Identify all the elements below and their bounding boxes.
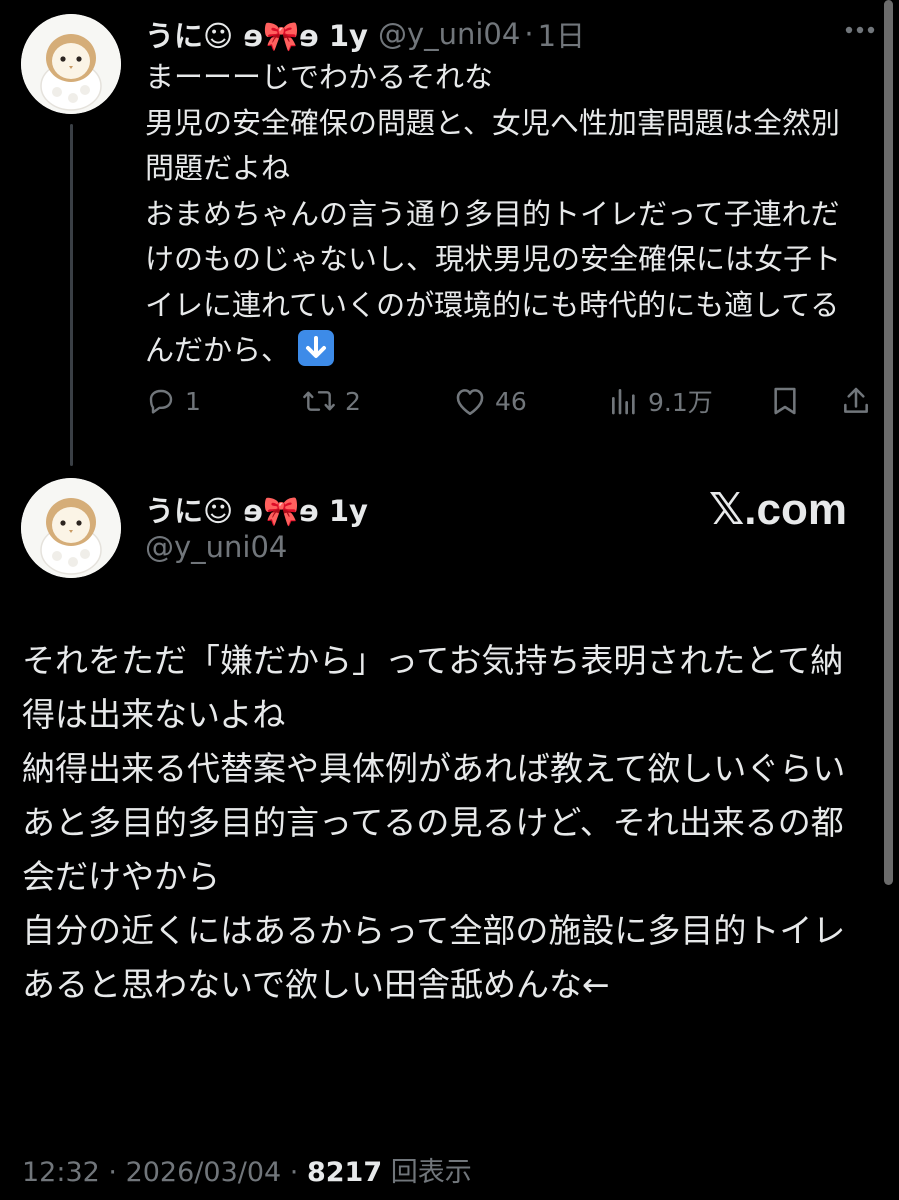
post-date: 2026/03/04 (125, 1157, 282, 1188)
reply-tweet-text: まーーーじでわかるそれな 男児の安全確保の問題と、女児へ性加害問題は全然別問題だ… (145, 55, 860, 374)
avatar[interactable] (21, 478, 121, 578)
timestamp[interactable]: 1日 (538, 13, 585, 55)
x-com-brand: 𝕏.com (708, 485, 847, 534)
avatar[interactable] (21, 14, 121, 114)
views-label: 回表示 (390, 1157, 472, 1188)
reply-tweet-body: まーーーじでわかるそれな 男児の安全確保の問題と、女児へ性加害問題は全然別問題だ… (145, 60, 842, 367)
main-tweet-body: それをただ「嫌だから」ってお気持ち表明されたとて納得は出来ないよね 納得出来る代… (22, 641, 846, 1004)
share-button[interactable] (840, 378, 872, 424)
views-button[interactable]: 9.1万 (608, 378, 713, 424)
separator-dot: · (108, 1157, 126, 1188)
views-count: 8217 (306, 1157, 383, 1188)
share-icon (844, 387, 868, 413)
display-name[interactable]: うに☺︎ ɘ🎀ɘ 1y (145, 13, 368, 55)
reply-tweet-header: うに☺︎ ɘ🎀ɘ 1y @y_uni04 · 1日 (145, 14, 585, 54)
views-chart-icon (612, 389, 635, 415)
bookmark-icon (774, 387, 796, 415)
like-count: 46 (495, 386, 527, 416)
reply-button[interactable]: 1 (145, 378, 201, 424)
reply-count: 1 (185, 386, 201, 416)
repost-icon (303, 391, 335, 411)
display-name[interactable]: うに☺︎ ɘ🎀ɘ 1y (145, 488, 368, 530)
handle[interactable]: @y_uni04 (378, 17, 520, 51)
scrollbar[interactable] (884, 0, 893, 885)
views-count: 9.1万 (648, 388, 713, 417)
more-icon[interactable] (843, 20, 877, 40)
repost-button[interactable]: 2 (301, 378, 361, 424)
down-arrow-emoji-icon (298, 330, 335, 366)
separator-dot: · (289, 1157, 307, 1188)
separator-dot: · (524, 17, 534, 51)
handle[interactable]: @y_uni04 (145, 530, 287, 564)
like-button[interactable]: 46 (453, 378, 527, 424)
heart-icon (456, 389, 484, 416)
tweet-meta: 12:32 · 2026/03/04 · 8217 回表示 (22, 1150, 472, 1189)
post-time: 12:32 (22, 1157, 100, 1188)
reply-icon (149, 389, 173, 414)
thread-line (70, 124, 73, 466)
reply-tweet-actions: 1 2 46 9.1万 (145, 378, 875, 424)
repost-count: 2 (345, 386, 361, 416)
bookmark-button[interactable] (770, 378, 800, 424)
